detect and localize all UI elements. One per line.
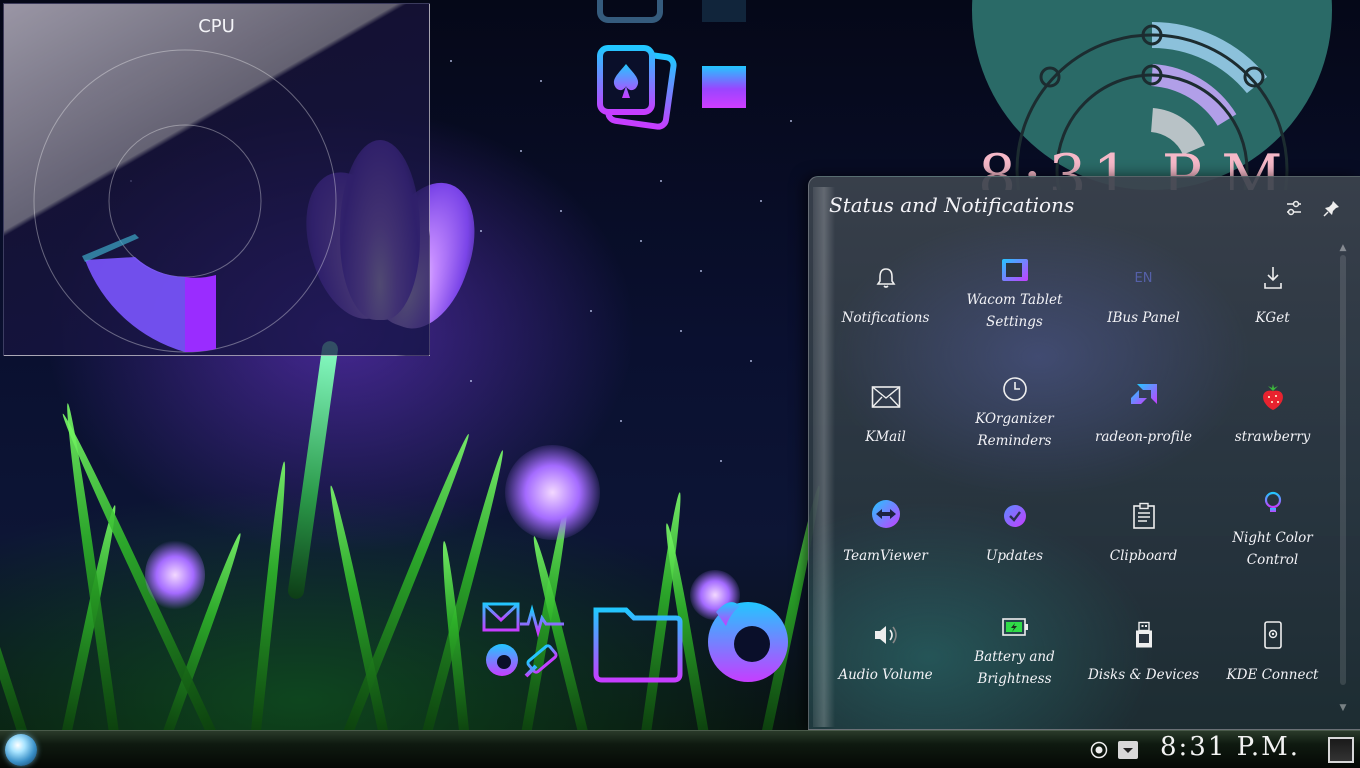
status-item-label: Disks & Devices	[1087, 667, 1199, 683]
status-and-notifications-panel: Status and Notifications Notifications W…	[808, 176, 1360, 730]
keyboard-layout-icon: EN	[1134, 270, 1153, 286]
configure-button[interactable]	[1283, 197, 1305, 219]
system-monitor-icon[interactable]	[482, 602, 564, 638]
strawberry-icon	[1258, 382, 1288, 412]
clipboard-icon	[1129, 501, 1159, 531]
taskbar-clock[interactable]: 8:31 P.M.	[1160, 732, 1300, 762]
taskbar: 8:31 P.M.	[0, 730, 1360, 768]
mail-icon	[871, 382, 901, 412]
scroll-track[interactable]	[1340, 255, 1346, 685]
status-item-strawberry[interactable]: strawberry	[1208, 366, 1337, 485]
status-item-label: Battery and Brightness	[974, 649, 1055, 687]
status-item-disks-devices[interactable]: Disks & Devices	[1079, 604, 1208, 723]
status-item-label: KDE Connect	[1226, 667, 1319, 683]
card-deck-icon[interactable]	[596, 0, 678, 24]
status-item-label: KGet	[1255, 310, 1290, 326]
panel-title: Status and Notifications	[829, 193, 1075, 217]
sliders-icon	[1287, 200, 1301, 216]
status-item-wacom[interactable]: Wacom Tablet Settings	[950, 247, 1079, 366]
status-item-label: Audio Volume	[838, 667, 933, 683]
status-item-label: Night Color Control	[1232, 530, 1313, 568]
speaker-icon	[871, 620, 901, 650]
pin-button[interactable]	[1321, 197, 1343, 219]
usb-drive-icon	[1129, 620, 1159, 650]
cpu-monitor-widget[interactable]: CPU	[3, 3, 430, 356]
status-item-kget[interactable]: KGet	[1208, 247, 1337, 366]
firefox-small-icon[interactable]	[486, 644, 518, 676]
paint-brush-icon[interactable]	[524, 644, 558, 678]
panel-scrollbar[interactable]: ▲ ▼	[1338, 243, 1348, 713]
desktop-launcher-dock	[480, 596, 810, 696]
amd-logo-icon	[1129, 382, 1159, 412]
folder-icon[interactable]	[593, 607, 683, 683]
system-tray-expand-button[interactable]	[1118, 741, 1138, 759]
status-item-ibus[interactable]: EN IBus Panel	[1079, 247, 1208, 366]
status-item-label: radeon-profile	[1094, 429, 1193, 445]
updates-check-icon	[1000, 501, 1030, 531]
show-desktop-button[interactable]	[1328, 737, 1354, 763]
battery-icon	[1000, 612, 1030, 642]
scroll-up-arrow-icon[interactable]: ▲	[1338, 243, 1348, 253]
status-item-night-color[interactable]: Night Color Control	[1208, 485, 1337, 604]
status-item-label: KMail	[865, 429, 906, 445]
application-launcher-button[interactable]	[5, 734, 37, 766]
bell-icon	[871, 263, 901, 293]
cpu-gauge	[33, 49, 337, 353]
status-item-label: Notifications	[841, 310, 930, 326]
teamviewer-icon	[871, 499, 901, 529]
clock-icon	[1000, 374, 1030, 404]
status-item-label: Clipboard	[1109, 548, 1178, 564]
status-item-kde-connect[interactable]: KDE Connect	[1208, 604, 1337, 723]
color-square-icon[interactable]	[702, 66, 746, 108]
status-item-label: Updates	[985, 548, 1044, 564]
analog-clock-widget[interactable]: 8:31 P.M.	[972, 0, 1332, 190]
color-square-icon[interactable]	[702, 0, 746, 22]
tablet-icon	[1000, 255, 1030, 285]
download-icon	[1258, 263, 1288, 293]
lightbulb-icon	[1258, 489, 1288, 519]
scroll-down-arrow-icon[interactable]: ▼	[1338, 703, 1348, 713]
status-item-label: IBus Panel	[1107, 310, 1180, 326]
phone-icon	[1258, 620, 1288, 650]
card-deck-icon[interactable]	[596, 44, 678, 130]
status-item-label: KOrganizer Reminders	[975, 411, 1054, 449]
status-item-label: Wacom Tablet Settings	[966, 292, 1063, 330]
pin-icon	[1323, 201, 1339, 217]
status-item-teamviewer[interactable]: TeamViewer	[821, 485, 950, 604]
status-item-clipboard[interactable]: Clipboard	[1079, 485, 1208, 604]
status-item-updates[interactable]: Updates	[950, 485, 1079, 604]
status-item-notifications[interactable]: Notifications	[821, 247, 950, 366]
status-item-audio-volume[interactable]: Audio Volume	[821, 604, 950, 723]
status-item-kmail[interactable]: KMail	[821, 366, 950, 485]
status-item-korganizer[interactable]: KOrganizer Reminders	[950, 366, 1079, 485]
wallpaper-small-flower	[505, 445, 600, 540]
status-item-label: strawberry	[1234, 429, 1311, 445]
status-item-battery[interactable]: Battery and Brightness	[950, 604, 1079, 723]
status-item-label: TeamViewer	[843, 548, 928, 564]
status-item-radeon-profile[interactable]: radeon-profile	[1079, 366, 1208, 485]
media-record-icon[interactable]	[1090, 741, 1108, 759]
wallpaper-small-flower	[145, 540, 205, 610]
firefox-icon[interactable]	[708, 602, 788, 682]
